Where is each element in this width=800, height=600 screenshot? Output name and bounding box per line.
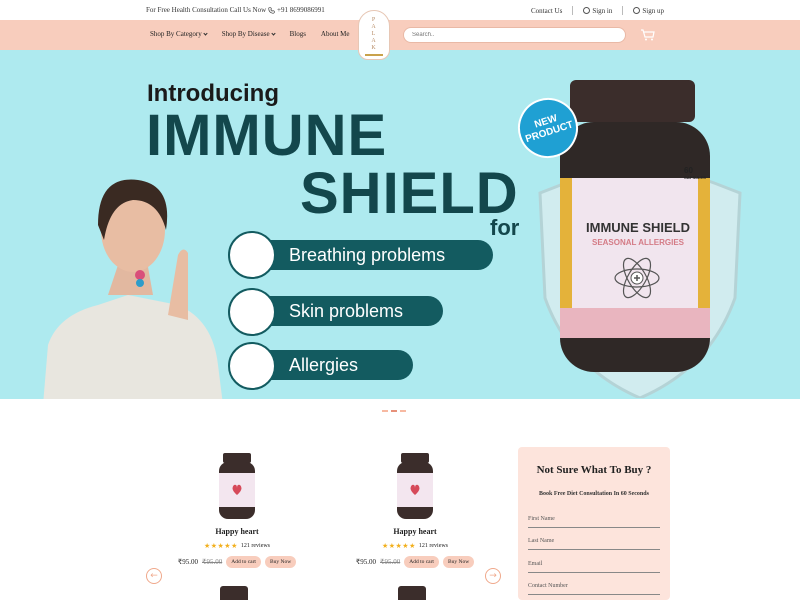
product-image <box>398 586 426 600</box>
last-name-field[interactable]: Last Name <box>528 536 660 550</box>
search-input[interactable] <box>403 27 626 43</box>
main-nav: Shop By Category Shop By Disease Blogs A… <box>0 20 800 50</box>
carousel-indicators <box>382 410 406 412</box>
first-name-field[interactable]: First Name <box>528 514 660 528</box>
hero-banner[interactable]: Introducing IMMUNE SHIELD for Breathing … <box>0 50 800 399</box>
divider <box>572 6 574 15</box>
product-rating: ★★★★★ 121 reviews <box>340 542 490 550</box>
review-count: 121 reviews <box>240 543 271 549</box>
user-icon <box>583 7 591 14</box>
top-bar: For Free Health Consultation Call Us Now… <box>0 0 800 20</box>
hero-title-line1: IMMUNE <box>146 103 388 168</box>
bottle-count-number: 60 <box>684 166 693 175</box>
nav-shop-by-category[interactable]: Shop By Category <box>150 30 208 38</box>
chevron-down-icon <box>270 30 276 36</box>
nav-item-label: Shop By Disease <box>221 30 270 38</box>
lungs-icon <box>228 231 276 279</box>
benefit-breathing: Breathing problems <box>245 240 493 270</box>
carousel-prev-button[interactable]: ← <box>146 568 162 584</box>
contact-us-label: Contact Us <box>531 6 563 15</box>
product-price: ₹95.00 <box>355 558 376 566</box>
sign-in-label: Sign in <box>592 6 613 15</box>
model-image <box>43 179 223 399</box>
nav-item-label: About Me <box>320 30 350 38</box>
benefit-label: Skin problems <box>289 300 404 321</box>
star-rating-icon: ★★★★★ <box>203 542 238 550</box>
sneeze-icon <box>228 342 276 390</box>
phone-number: +91 8699086991 <box>277 6 325 14</box>
product-image <box>220 586 248 600</box>
nav-menu: Shop By Category Shop By Disease Blogs A… <box>150 30 365 38</box>
email-field[interactable]: Email <box>528 559 660 573</box>
sign-in-link[interactable]: Sign in <box>583 7 612 15</box>
nav-item-label: Blogs <box>289 30 306 38</box>
product-card[interactable]: Happy heart ★★★★★ 121 reviews ₹95.00 ₹95… <box>162 453 312 568</box>
consultation-form: Not Sure What To Buy ? Book Free Diet Co… <box>518 447 670 600</box>
bottle-count-unit: CAPSULES <box>684 175 706 180</box>
hero-for-word: for <box>490 215 520 240</box>
atom-icon <box>614 257 660 299</box>
cart-icon[interactable] <box>641 29 655 41</box>
product-carousel: Happy heart ★★★★★ 121 reviews ₹95.00 ₹95… <box>140 445 505 600</box>
nav-item-label: Shop By Category <box>150 30 202 38</box>
bottle-label-name: IMMUNE SHIELD <box>586 220 690 235</box>
logo-letter: A <box>371 38 377 44</box>
product-image <box>219 453 255 519</box>
brand-logo[interactable]: P A L A K <box>358 10 390 60</box>
nav-blogs[interactable]: Blogs <box>290 30 306 38</box>
sign-up-link[interactable]: Sign up <box>633 7 664 15</box>
sign-up-label: Sign up <box>642 6 664 15</box>
contact-number-field[interactable]: Contact Number <box>528 581 660 595</box>
hero-title-line2: SHIELD <box>300 161 519 226</box>
review-count: 121 reviews <box>418 543 449 549</box>
product-old-price: ₹95.00 <box>202 558 223 566</box>
form-subtitle: Book Free Diet Consultation In 60 Second… <box>539 491 649 497</box>
buy-now-button[interactable]: Buy Now <box>264 556 297 568</box>
product-price: ₹95.00 <box>177 558 198 566</box>
product-name[interactable]: Happy heart <box>162 527 312 536</box>
contact-us-link[interactable]: Contact Us <box>531 7 562 15</box>
phone-link[interactable]: +91 8699086991 <box>268 6 325 14</box>
logo-letter: L <box>371 31 377 37</box>
product-actions: ₹95.00 ₹95.00 Add to cart Buy Now <box>162 556 312 568</box>
account-links: Contact Us Sign in Sign up <box>531 6 664 15</box>
product-actions: ₹95.00 ₹95.00 Add to cart Buy Now <box>340 556 490 568</box>
phone-icon <box>268 6 275 14</box>
body-icon <box>228 288 276 336</box>
benefit-label: Allergies <box>289 354 359 375</box>
carousel-dot[interactable] <box>382 410 388 412</box>
promo-text: For Free Health Consultation Call Us Now <box>146 6 267 14</box>
product-name[interactable]: Happy heart <box>340 527 490 536</box>
logo-underline <box>365 54 383 56</box>
logo-letter: K <box>371 45 377 51</box>
carousel-dot-active[interactable] <box>391 410 397 412</box>
product-old-price: ₹95.00 <box>380 558 401 566</box>
nav-about-me[interactable]: About Me <box>321 30 350 38</box>
benefit-label: Breathing problems <box>289 244 446 265</box>
star-rating-icon: ★★★★★ <box>381 542 416 550</box>
bottle-label-sub: SEASONAL ALLERGIES <box>591 238 684 247</box>
bottle-count: 60 CAPSULES <box>684 166 706 180</box>
product-card[interactable]: Happy heart ★★★★★ 121 reviews ₹95.00 ₹95… <box>340 453 490 568</box>
product-rating: ★★★★★ 121 reviews <box>162 542 312 550</box>
product-image <box>397 453 433 519</box>
form-title: Not Sure What To Buy ? <box>536 464 652 476</box>
nav-shop-by-disease[interactable]: Shop By Disease <box>221 30 276 38</box>
carousel-dot[interactable] <box>400 410 406 412</box>
buy-now-button[interactable]: Buy Now <box>442 556 475 568</box>
divider <box>622 6 624 15</box>
add-to-cart-button[interactable]: Add to cart <box>226 556 261 568</box>
carousel-next-button[interactable]: → <box>485 568 501 584</box>
chevron-down-icon <box>203 30 208 36</box>
add-to-cart-button[interactable]: Add to cart <box>404 556 439 568</box>
logo-letter: A <box>371 24 377 30</box>
user-icon <box>633 7 641 14</box>
logo-letter: P <box>371 17 377 23</box>
